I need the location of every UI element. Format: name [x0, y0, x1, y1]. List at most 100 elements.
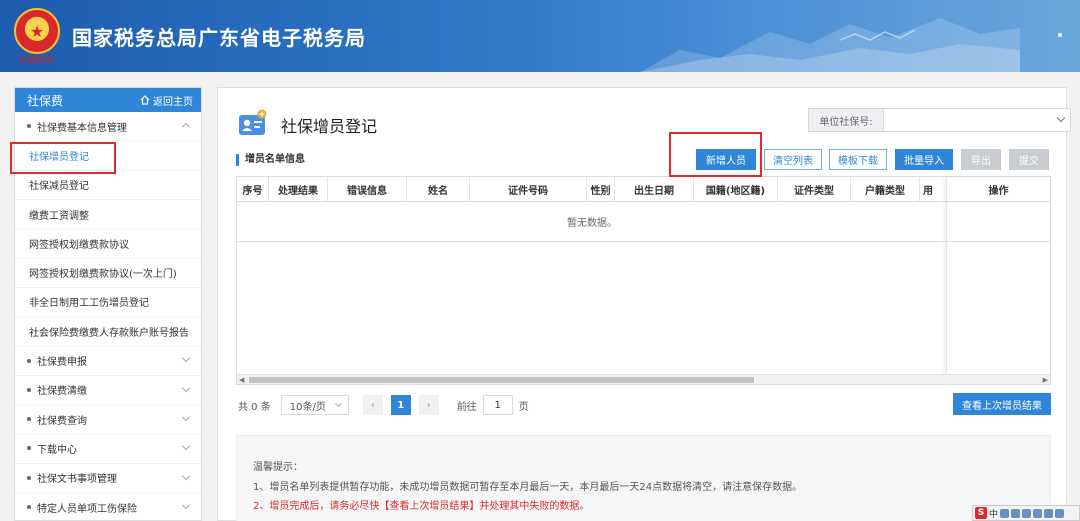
- column-header: 错误信息: [328, 177, 407, 201]
- tips-line-1: 1、增员名单列表提供暂存功能，未成功增员数据可暂存至本月最后一天，本月最后一天2…: [253, 482, 803, 493]
- column-header: 用: [923, 185, 933, 197]
- chevron-down-icon: [181, 412, 191, 422]
- goto-page-input[interactable]: 1: [482, 395, 513, 415]
- scroll-left-icon[interactable]: ◀: [239, 376, 244, 384]
- total-count: 共 0 条: [238, 401, 271, 413]
- sidebar-item-download[interactable]: 下载中心: [15, 434, 201, 464]
- scrollbar-thumb[interactable]: [249, 377, 754, 383]
- punctuation-icon[interactable]: [1011, 508, 1021, 518]
- sidebar-item-label: 非全日制用工工伤增员登记: [29, 298, 149, 310]
- chevron-down-icon: [181, 442, 191, 451]
- column-header: 操作: [947, 177, 1050, 202]
- column-header: 证件类型: [778, 177, 851, 201]
- tips-box: 温馨提示： 1、增员名单列表提供暂存功能，未成功增员数据可暂存至本月最后一天，本…: [236, 435, 1051, 521]
- section-title: 增员名单信息: [236, 154, 305, 166]
- sidebar-item-label: 社保减员登记: [29, 181, 89, 193]
- column-header: 处理结果: [269, 177, 328, 201]
- staff-table: 序号 处理结果 错误信息 姓名 证件号码 性别 出生日期 国籍(地区籍) 证件类…: [236, 176, 1051, 385]
- sidebar-item-online-agreement[interactable]: 网签授权划缴费款协议: [15, 229, 201, 259]
- chevron-up-icon: [181, 122, 191, 132]
- column-header: 证件号码: [470, 177, 587, 201]
- clear-list-button[interactable]: 清空列表: [764, 149, 822, 170]
- page-unit-label: 页: [518, 401, 529, 413]
- sidebar-item-query[interactable]: 社保费查询: [15, 405, 201, 435]
- emblem-caption: 中國政府: [17, 56, 54, 66]
- sidebar-item-label: 网签授权划缴费款协议: [29, 239, 129, 251]
- emblem-star-icon: ★: [29, 21, 45, 41]
- chevron-down-icon: [1056, 113, 1066, 123]
- sidebar-item-declare[interactable]: 社保费申报: [15, 346, 201, 376]
- great-wall-illustration: [640, 18, 1020, 72]
- ime-toolbar[interactable]: S 中: [972, 505, 1080, 521]
- scroll-right-icon[interactable]: ▶: [1043, 376, 1048, 384]
- site-header: ★ 中國政府 国家税务总局广东省电子税务局: [0, 0, 1080, 72]
- submit-button[interactable]: 提交: [1009, 149, 1049, 170]
- template-download-button[interactable]: 模板下载: [829, 149, 887, 170]
- tips-heading: 温馨提示：: [253, 462, 303, 473]
- goto-label: 前往: [456, 401, 477, 413]
- sidebar-item-label: 社保费申报: [37, 357, 87, 369]
- column-header: 户籍类型: [851, 177, 920, 201]
- empty-table-message: 暂无数据。: [237, 202, 947, 242]
- back-home-link[interactable]: 返回主页: [140, 93, 193, 108]
- sidebar-item-label: 社会保险费缴费人存款账户账号报告: [29, 327, 189, 339]
- horizontal-scrollbar[interactable]: ◀ ▶: [237, 374, 1050, 384]
- keyboard-icon[interactable]: [1022, 508, 1032, 518]
- current-page-button[interactable]: 1: [390, 395, 411, 415]
- back-home-label: 返回主页: [153, 96, 193, 108]
- sidebar-item-label: 社保费清缴: [37, 386, 87, 398]
- sidebar-item-wage-adjust[interactable]: 缴费工资调整: [15, 200, 201, 230]
- site-title: 国家税务总局广东省电子税务局: [72, 26, 366, 50]
- sidebar-item-label: 社保费基本信息管理: [37, 122, 127, 134]
- unit-social-number-select[interactable]: [883, 108, 1071, 132]
- sidebar-item-bank-account-report[interactable]: 社会保险费缴费人存款账户账号报告: [15, 317, 201, 347]
- page-size-select[interactable]: 10条/页: [280, 395, 349, 415]
- sidebar-item-documents[interactable]: 社保文书事项管理: [15, 464, 201, 493]
- sidebar-title: 社保费: [27, 93, 64, 108]
- home-icon: [140, 95, 150, 105]
- page-size-value: 10条/页: [289, 401, 326, 413]
- column-header: 出生日期: [615, 177, 694, 201]
- main-panel: 社保增员登记 单位社保号: 增员名单信息 新增人员 清空列表 模板下载 批量导入…: [217, 87, 1071, 521]
- sidebar-item-online-agreement-visit[interactable]: 网签授权划缴费款协议(一次上门): [15, 258, 201, 288]
- next-page-button[interactable]: ›: [418, 395, 439, 415]
- column-header: 姓名: [407, 177, 470, 201]
- batch-import-button[interactable]: 批量导入: [895, 149, 953, 170]
- column-header: 性别: [587, 177, 615, 201]
- chevron-down-icon: [181, 471, 191, 480]
- highlight-box-sidebar: [10, 142, 116, 174]
- toolbox-icon[interactable]: [1055, 508, 1065, 518]
- ime-language-indicator[interactable]: 中: [989, 507, 998, 520]
- operation-column: 操作: [946, 177, 1050, 375]
- sidebar-item-reduce-staff[interactable]: 社保减员登记: [15, 171, 201, 200]
- user-card-icon: [239, 109, 267, 135]
- chevron-down-icon: [181, 383, 191, 392]
- page-title: 社保增员登记: [281, 117, 378, 136]
- sidebar-item-special-injury[interactable]: 特定人员单项工伤保险: [15, 493, 201, 521]
- voice-icon[interactable]: [1033, 508, 1043, 518]
- skin-icon[interactable]: [1044, 508, 1054, 518]
- sidebar-item-label: 社保费查询: [37, 415, 87, 427]
- prev-page-button[interactable]: ‹: [362, 395, 383, 415]
- pagination: 共 0 条 10条/页 ‹ 1 › 前往 1 页: [238, 395, 529, 415]
- operation-cell: [947, 202, 1050, 242]
- moon-icon[interactable]: [1000, 508, 1010, 518]
- chevron-down-icon: [181, 500, 191, 510]
- sidebar-item-label: 特定人员单项工伤保险: [37, 503, 137, 515]
- column-header: 国籍(地区籍): [694, 177, 778, 201]
- sidebar-header: 社保费 返回主页: [15, 88, 201, 112]
- sidebar-item-label: 社保文书事项管理: [37, 474, 117, 486]
- sidebar-item-parttime-injury[interactable]: 非全日制用工工伤增员登记: [15, 288, 201, 318]
- sidebar-item-basic-info[interactable]: 社保费基本信息管理: [15, 112, 201, 142]
- tips-line-2: 2、增员完成后，请务必尽快【查看上次增员结果】并处理其中失败的数据。: [253, 501, 590, 512]
- sogou-ime-icon[interactable]: S: [975, 507, 987, 519]
- export-button[interactable]: 导出: [961, 149, 1001, 170]
- column-header: 序号: [237, 177, 269, 201]
- sidebar-item-settle[interactable]: 社保费清缴: [15, 376, 201, 405]
- header-menu-dot[interactable]: [1058, 33, 1062, 37]
- sidebar-item-label: 网签授权划缴费款协议(一次上门): [29, 269, 177, 281]
- sidebar-item-label: 下载中心: [37, 444, 77, 456]
- view-last-result-button[interactable]: 查看上次增员结果: [953, 393, 1051, 415]
- chevron-down-icon: [181, 354, 191, 363]
- sidebar-item-label: 缴费工资调整: [29, 210, 89, 222]
